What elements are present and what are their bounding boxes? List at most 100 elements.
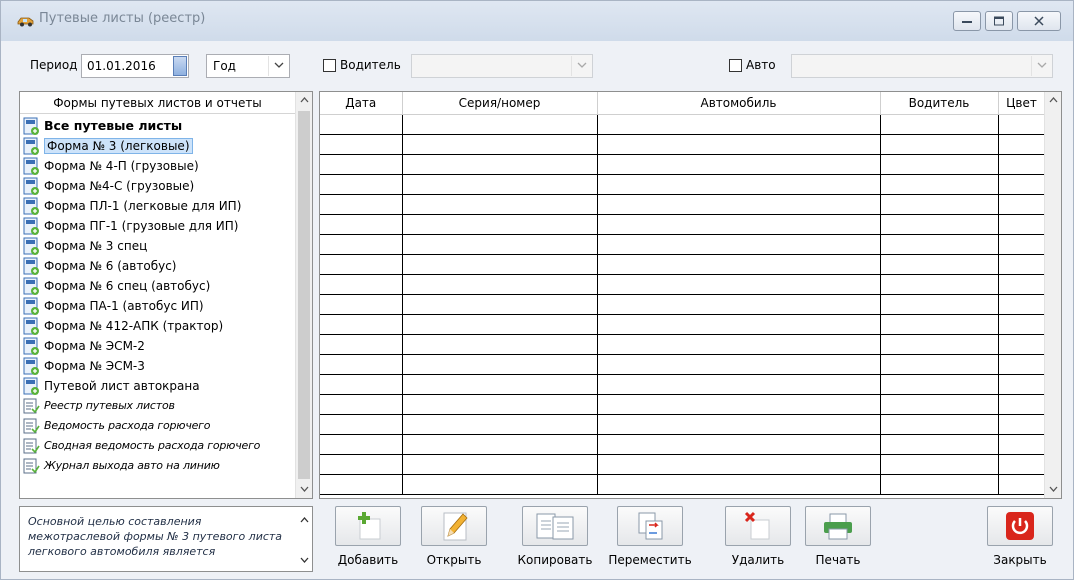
table-cell[interactable]: [597, 414, 881, 435]
table-cell[interactable]: [597, 134, 881, 155]
form-list-item[interactable]: Форма № 4-П (грузовые): [20, 156, 295, 176]
table-cell[interactable]: [597, 154, 881, 175]
period-date-input[interactable]: 01.01.2016: [81, 54, 189, 78]
table-cell[interactable]: [320, 134, 403, 155]
scroll-down-button[interactable]: [1045, 481, 1061, 498]
table-cell[interactable]: [320, 414, 403, 435]
table-cell[interactable]: [597, 474, 881, 495]
table-cell[interactable]: [320, 434, 403, 455]
table-cell[interactable]: [320, 374, 403, 395]
table-cell[interactable]: [597, 334, 881, 355]
form-list-item[interactable]: Форма № 412-АПК (трактор): [20, 316, 295, 336]
table-cell[interactable]: [597, 314, 881, 335]
table-cell[interactable]: [998, 414, 1046, 435]
table-cell[interactable]: [402, 294, 598, 315]
table-cell[interactable]: [998, 274, 1046, 295]
scroll-up-button[interactable]: [296, 92, 313, 109]
table-cell[interactable]: [320, 334, 403, 355]
form-list-item[interactable]: Форма №4-С (грузовые): [20, 176, 295, 196]
table-cell[interactable]: [880, 194, 999, 215]
table-cell[interactable]: [880, 434, 999, 455]
auto-select[interactable]: [791, 54, 1053, 78]
column-header-car[interactable]: Автомобиль: [597, 92, 881, 115]
table-row[interactable]: [320, 134, 1046, 155]
table-cell[interactable]: [320, 154, 403, 175]
table-cell[interactable]: [880, 274, 999, 295]
table-cell[interactable]: [320, 294, 403, 315]
table-cell[interactable]: [402, 314, 598, 335]
table-cell[interactable]: [402, 114, 598, 135]
open-button[interactable]: Открыть: [415, 506, 493, 572]
table-row[interactable]: [320, 314, 1046, 335]
table-cell[interactable]: [880, 114, 999, 135]
table-cell[interactable]: [402, 234, 598, 255]
table-cell[interactable]: [998, 114, 1046, 135]
move-button[interactable]: Переместить: [601, 506, 699, 572]
form-list-item[interactable]: Форма № ЭСМ-2: [20, 336, 295, 356]
chevron-down-icon[interactable]: [300, 557, 309, 563]
table-cell[interactable]: [998, 214, 1046, 235]
table-cell[interactable]: [998, 394, 1046, 415]
table-cell[interactable]: [402, 474, 598, 495]
table-cell[interactable]: [320, 254, 403, 275]
table-cell[interactable]: [998, 474, 1046, 495]
table-cell[interactable]: [880, 294, 999, 315]
table-cell[interactable]: [320, 114, 403, 135]
table-cell[interactable]: [880, 134, 999, 155]
grid-scrollbar[interactable]: [1044, 92, 1061, 498]
scroll-down-button[interactable]: [296, 481, 313, 498]
table-cell[interactable]: [880, 374, 999, 395]
column-header-date[interactable]: Дата: [320, 92, 403, 115]
form-list-item[interactable]: Форма ПЛ-1 (легковые для ИП): [20, 196, 295, 216]
table-cell[interactable]: [597, 394, 881, 415]
title-bar[interactable]: Путевые листы (реестр): [1, 1, 1073, 41]
table-row[interactable]: [320, 174, 1046, 195]
form-list-item[interactable]: Журнал выхода авто на линию: [20, 456, 295, 476]
table-cell[interactable]: [402, 434, 598, 455]
table-cell[interactable]: [320, 274, 403, 295]
period-unit-select[interactable]: Год: [206, 54, 290, 78]
table-cell[interactable]: [880, 474, 999, 495]
table-row[interactable]: [320, 154, 1046, 175]
minimize-button[interactable]: [953, 11, 981, 31]
table-cell[interactable]: [597, 274, 881, 295]
table-cell[interactable]: [320, 314, 403, 335]
table-row[interactable]: [320, 374, 1046, 395]
table-cell[interactable]: [880, 454, 999, 475]
table-cell[interactable]: [880, 154, 999, 175]
driver-select[interactable]: [411, 54, 593, 78]
table-cell[interactable]: [880, 334, 999, 355]
table-cell[interactable]: [320, 474, 403, 495]
table-cell[interactable]: [880, 254, 999, 275]
table-cell[interactable]: [880, 174, 999, 195]
table-row[interactable]: [320, 474, 1046, 495]
table-cell[interactable]: [998, 234, 1046, 255]
table-cell[interactable]: [998, 374, 1046, 395]
table-row[interactable]: [320, 254, 1046, 275]
form-list-item[interactable]: Сводная ведомость расхода горючего: [20, 436, 295, 456]
delete-button[interactable]: Удалить: [719, 506, 797, 572]
table-cell[interactable]: [597, 194, 881, 215]
form-list-item[interactable]: Ведомость расхода горючего: [20, 416, 295, 436]
table-cell[interactable]: [998, 154, 1046, 175]
table-cell[interactable]: [320, 454, 403, 475]
driver-checkbox[interactable]: [323, 59, 336, 72]
table-cell[interactable]: [597, 294, 881, 315]
column-header-number[interactable]: Серия/номер: [402, 92, 598, 115]
table-cell[interactable]: [402, 274, 598, 295]
table-cell[interactable]: [320, 394, 403, 415]
print-button[interactable]: Печать: [799, 506, 877, 572]
table-cell[interactable]: [597, 434, 881, 455]
table-cell[interactable]: [320, 214, 403, 235]
table-cell[interactable]: [880, 394, 999, 415]
table-cell[interactable]: [402, 334, 598, 355]
close-button[interactable]: Закрыть: [981, 506, 1059, 572]
table-cell[interactable]: [597, 254, 881, 275]
form-list-item[interactable]: Форма ПГ-1 (грузовые для ИП): [20, 216, 295, 236]
table-row[interactable]: [320, 354, 1046, 375]
form-list-item[interactable]: Форма № 6 спец (автобус): [20, 276, 295, 296]
table-cell[interactable]: [402, 414, 598, 435]
table-cell[interactable]: [998, 254, 1046, 275]
table-cell[interactable]: [880, 414, 999, 435]
table-cell[interactable]: [402, 174, 598, 195]
